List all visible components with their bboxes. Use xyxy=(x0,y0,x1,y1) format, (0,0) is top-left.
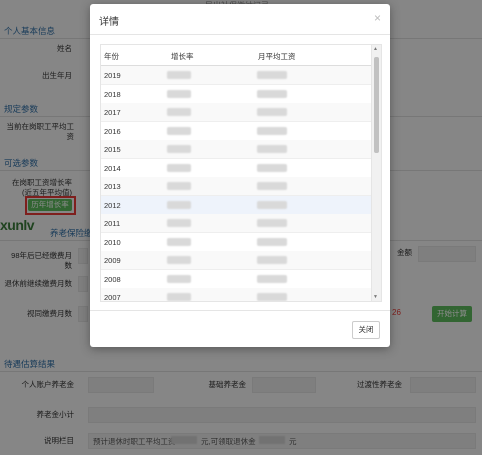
year-cell: 2013 xyxy=(104,182,121,191)
redacted-avg-wage xyxy=(257,256,287,264)
redacted-avg-wage xyxy=(257,237,287,246)
modal-footer-divider xyxy=(90,310,390,311)
redacted-growth-rate xyxy=(167,237,191,246)
modal-header: 详情 × xyxy=(90,4,390,35)
growth-table[interactable]: 年份 增长率 月平均工资 2019 2018 2017 2016 2015 2014 201… xyxy=(100,44,382,302)
redacted-growth-rate xyxy=(167,182,191,190)
year-cell: 2009 xyxy=(104,256,121,265)
column-avg-monthly-wage: 月平均工资 xyxy=(258,52,296,61)
redacted-growth-rate xyxy=(167,200,191,209)
column-year: 年份 xyxy=(104,52,119,61)
close-icon[interactable]: × xyxy=(374,11,381,25)
details-modal: 详情 × 年份 增长率 月平均工资 2019 2018 2017 2016 2015 20… xyxy=(90,4,390,347)
table-row: 2015 xyxy=(101,140,371,159)
year-cell: 2007 xyxy=(104,293,121,302)
table-row: 2013 xyxy=(101,177,371,196)
redacted-avg-wage xyxy=(257,293,287,301)
redacted-avg-wage xyxy=(257,71,287,79)
redacted-avg-wage xyxy=(257,182,287,190)
redacted-avg-wage xyxy=(257,126,287,135)
redacted-growth-rate xyxy=(167,145,191,153)
year-cell: 2011 xyxy=(104,219,121,228)
redacted-avg-wage xyxy=(257,108,287,116)
redacted-avg-wage xyxy=(257,274,287,283)
year-cell: 2014 xyxy=(104,163,121,173)
table-row: 2012 xyxy=(101,195,371,215)
table-header: 年份 增长率 月平均工资 xyxy=(101,45,371,66)
year-cell: 2019 xyxy=(104,71,121,80)
redacted-growth-rate xyxy=(167,71,191,79)
table-row: 2007 xyxy=(101,288,371,302)
scroll-down-icon[interactable]: ▼ xyxy=(373,294,378,300)
redacted-avg-wage xyxy=(257,219,287,227)
redacted-growth-rate xyxy=(167,89,191,98)
redacted-growth-rate xyxy=(167,293,191,301)
redacted-growth-rate xyxy=(167,108,191,116)
scroll-up-icon[interactable]: ▲ xyxy=(373,46,378,52)
table-row: 2018 xyxy=(101,85,371,104)
redacted-growth-rate xyxy=(167,274,191,283)
year-cell: 2012 xyxy=(104,200,121,210)
scroll-thumb[interactable] xyxy=(374,57,379,153)
table-row: 2010 xyxy=(101,233,371,252)
close-button[interactable]: 关闭 xyxy=(352,321,380,339)
modal-title: 详情 xyxy=(99,17,119,28)
redacted-growth-rate xyxy=(167,219,191,227)
year-cell: 2016 xyxy=(104,126,121,136)
redacted-avg-wage xyxy=(257,145,287,153)
redacted-growth-rate xyxy=(167,163,191,172)
table-row: 2014 xyxy=(101,159,371,178)
table-row: 2019 xyxy=(101,66,371,85)
year-cell: 2017 xyxy=(104,108,121,117)
year-cell: 2018 xyxy=(104,89,121,99)
year-cell: 2015 xyxy=(104,145,121,154)
redacted-avg-wage xyxy=(257,163,287,172)
column-growth-rate: 增长率 xyxy=(171,52,194,61)
year-cell: 2010 xyxy=(104,237,121,247)
redacted-growth-rate xyxy=(167,256,191,264)
table-row: 2008 xyxy=(101,270,371,289)
table-row: 2009 xyxy=(101,251,371,270)
table-row: 2011 xyxy=(101,214,371,233)
table-scrollbar[interactable]: ▲ ▼ xyxy=(371,45,381,301)
redacted-avg-wage xyxy=(257,89,287,98)
redacted-avg-wage xyxy=(257,200,287,209)
redacted-growth-rate xyxy=(167,126,191,135)
table-row: 2017 xyxy=(101,103,371,122)
year-cell: 2008 xyxy=(104,274,121,284)
table-row: 2016 xyxy=(101,122,371,141)
